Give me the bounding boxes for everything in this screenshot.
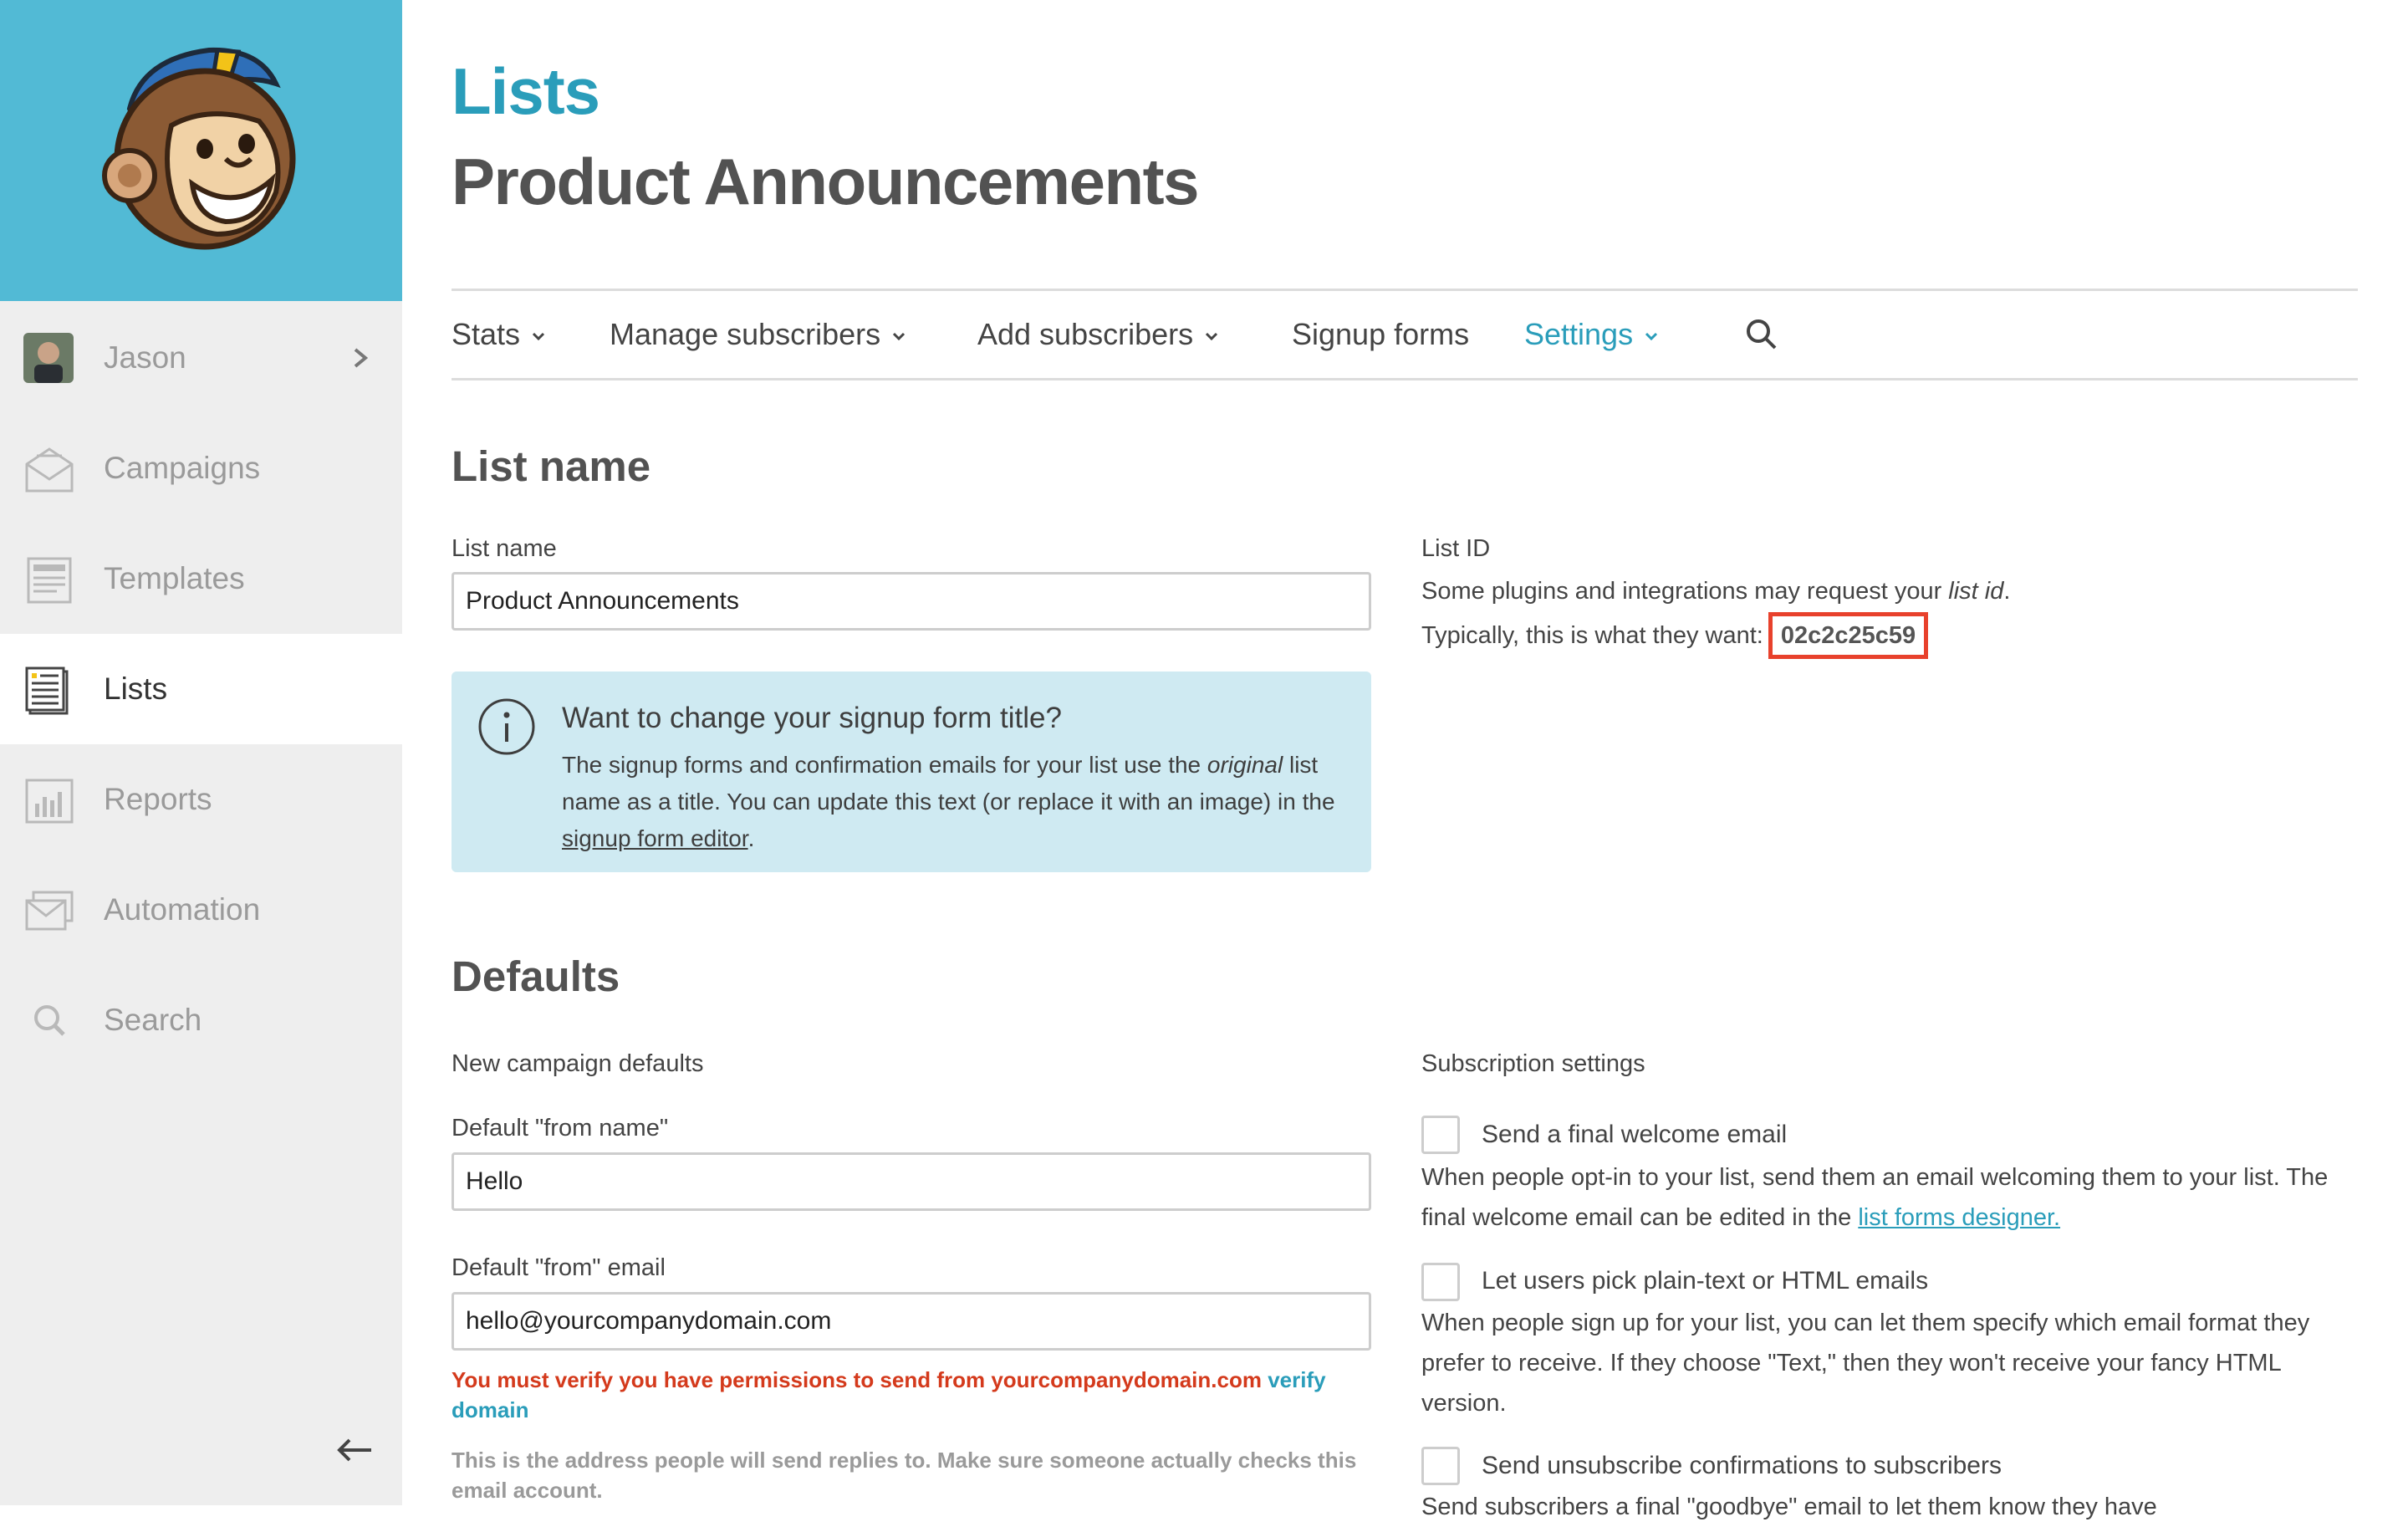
page-title: Product Announcements	[452, 145, 1200, 218]
search-icon[interactable]	[1743, 316, 1780, 353]
list-id-label: List ID	[1421, 535, 1491, 562]
unsubscribe-confirmation-checkbox[interactable]	[1421, 1447, 1460, 1485]
sidebar: Jason Campaigns Templates Lists Reports …	[0, 0, 402, 1505]
info-text-part: .	[747, 825, 755, 851]
tab-label: Add subscribers	[977, 317, 1194, 351]
list-id-text-italic: list id	[1948, 578, 2004, 605]
bar-chart-icon	[25, 779, 74, 824]
info-box-title: Want to change your signup form title?	[562, 702, 1062, 734]
info-box-signup-title: Want to change your signup form title? T…	[452, 672, 1371, 872]
info-icon	[478, 698, 535, 755]
info-box-text: The signup forms and confirmation emails…	[562, 747, 1348, 857]
tab-stats[interactable]: Stats	[452, 291, 545, 378]
sidebar-item-reports[interactable]: Reports	[0, 744, 402, 855]
plain-text-html-description: When people sign up for your list, you c…	[1421, 1310, 2310, 1417]
list-id-value[interactable]: 02c2c25c59	[1768, 612, 1929, 659]
freddie-logo-icon	[102, 47, 296, 250]
from-email-label: Default "from" email	[452, 1254, 666, 1281]
sidebar-item-label: Lists	[104, 672, 168, 706]
list-id-line: Typically, this is what they want: 02c2c2…	[1421, 612, 1929, 659]
sidebar-item-label: Search	[104, 1003, 202, 1037]
logo-area[interactable]	[0, 0, 402, 301]
section-heading-defaults: Defaults	[452, 952, 620, 1000]
tab-manage-subscribers[interactable]: Manage subscribers	[610, 291, 906, 378]
tab-label: Settings	[1524, 317, 1634, 351]
tab-label: Manage subscribers	[610, 317, 881, 351]
template-icon	[27, 557, 72, 604]
chevron-down-icon	[893, 333, 906, 341]
breadcrumb[interactable]: Lists	[452, 54, 600, 130]
section-heading-list-name: List name	[452, 442, 651, 490]
sidebar-item-label: Templates	[104, 561, 245, 595]
chevron-down-icon	[1645, 333, 1658, 341]
info-text-part: The signup forms and confirmation emails…	[562, 752, 1207, 778]
warning-text: You must verify you have permissions to …	[452, 1367, 1268, 1392]
welcome-email-label[interactable]: Send a final welcome email	[1482, 1121, 1787, 1149]
info-text-italic: original	[1207, 752, 1283, 778]
sidebar-item-user[interactable]: Jason	[0, 303, 402, 413]
welcome-email-description: When people opt-in to your list, send th…	[1421, 1157, 2341, 1238]
sub-navigation: Stats Manage subscribers Add subscribers…	[452, 289, 2358, 380]
list-id-text: .	[2003, 578, 2011, 605]
chevron-down-icon	[532, 333, 545, 341]
chevron-down-icon	[1206, 333, 1218, 341]
from-name-label: Default "from name"	[452, 1115, 669, 1141]
plain-text-html-checkbox[interactable]	[1421, 1263, 1460, 1301]
tab-label: Signup forms	[1292, 317, 1470, 351]
signup-form-editor-link[interactable]: signup form editor	[562, 825, 748, 851]
search-icon	[34, 1005, 65, 1036]
list-name-label: List name	[452, 535, 557, 562]
plain-text-html-label[interactable]: Let users pick plain-text or HTML emails	[1482, 1267, 1928, 1295]
sidebar-item-label: Reports	[104, 782, 212, 816]
collapse-sidebar-icon[interactable]	[334, 1435, 376, 1465]
sidebar-user-name: Jason	[104, 340, 186, 375]
list-id-text: Typically, this is what they want:	[1421, 622, 1763, 649]
tab-label: Stats	[452, 317, 521, 351]
sidebar-item-lists[interactable]: Lists	[0, 634, 402, 744]
campaign-defaults-label: New campaign defaults	[452, 1050, 704, 1077]
envelope-icon	[25, 447, 74, 493]
sidebar-item-label: Campaigns	[104, 451, 261, 485]
sidebar-item-label: Automation	[104, 892, 261, 927]
list-icon	[25, 666, 69, 715]
welcome-email-checkbox[interactable]	[1421, 1116, 1460, 1154]
list-id-text: Some plugins and integrations may reques…	[1421, 578, 1949, 605]
list-id-description: Some plugins and integrations may reques…	[1421, 570, 2010, 612]
tab-signup-forms[interactable]: Signup forms	[1292, 291, 1469, 378]
sidebar-item-automation[interactable]: Automation	[0, 855, 402, 965]
chevron-right-icon	[354, 348, 369, 368]
reply-to-help-text: This is the address people will send rep…	[452, 1448, 1357, 1503]
verify-domain-warning: You must verify you have permissions to …	[452, 1365, 1371, 1425]
main-content: Lists Product Announcements Stats Manage…	[452, 0, 2358, 1520]
unsubscribe-confirmation-description: Send subscribers a final "goodbye" email…	[1421, 1494, 2157, 1520]
list-name-input[interactable]: Product Announcements	[452, 572, 1371, 631]
unsubscribe-confirmation-label[interactable]: Send unsubscribe confirmations to subscr…	[1482, 1452, 2002, 1480]
list-forms-designer-link[interactable]: list forms designer.	[1858, 1204, 2060, 1231]
from-email-input[interactable]: hello@yourcompanydomain.com	[452, 1292, 1371, 1351]
avatar	[23, 333, 74, 383]
subscription-settings-label: Subscription settings	[1421, 1050, 1645, 1077]
automation-icon	[25, 891, 74, 931]
sidebar-item-campaigns[interactable]: Campaigns	[0, 413, 402, 523]
tab-add-subscribers[interactable]: Add subscribers	[977, 291, 1218, 378]
tab-settings[interactable]: Settings	[1524, 291, 1658, 378]
sidebar-item-search[interactable]: Search	[0, 965, 402, 1075]
from-name-input[interactable]: Hello	[452, 1152, 1371, 1211]
sidebar-item-templates[interactable]: Templates	[0, 523, 402, 634]
